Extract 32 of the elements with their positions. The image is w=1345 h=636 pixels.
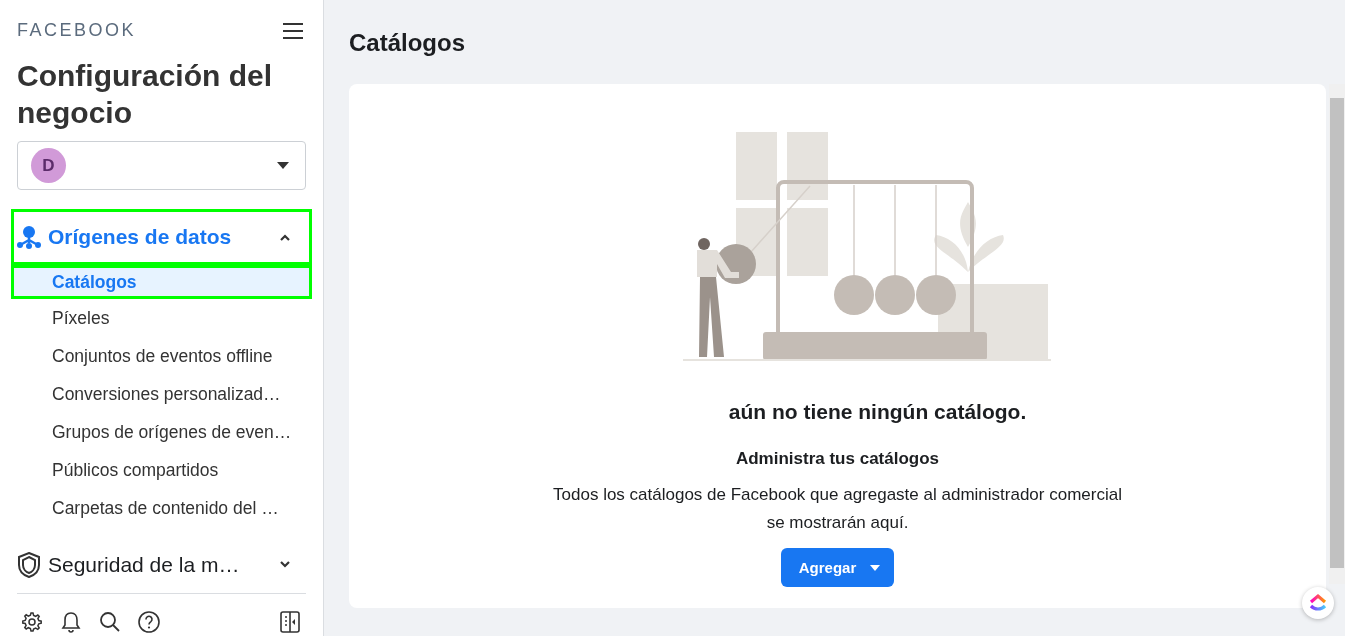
sidebar-item[interactable]: Conjuntos de eventos offline <box>11 337 312 376</box>
menu-icon[interactable] <box>282 21 304 40</box>
scrollbar-thumb[interactable] <box>1330 98 1344 568</box>
scrollbar[interactable] <box>1329 84 1345 584</box>
section-title: Catálogos <box>349 29 466 57</box>
add-button[interactable]: Agregar <box>780 548 895 587</box>
brand-logo-text: FACEBOOK <box>17 20 137 41</box>
sidebar-item[interactable]: Carpetas de contenido del … <box>11 489 312 528</box>
nav-section[interactable]: Orígenes de datos <box>11 209 312 266</box>
sidebar-item[interactable]: Píxeles <box>11 299 312 338</box>
panel-toggle-icon[interactable] <box>278 610 302 635</box>
sidebar-item[interactable]: Conversiones personalizad… <box>11 375 312 414</box>
help-icon[interactable] <box>137 610 161 635</box>
caret-icon <box>277 162 289 170</box>
account-selector[interactable]: D <box>17 141 306 191</box>
app-badge-icon[interactable] <box>1302 587 1334 619</box>
bell-icon[interactable] <box>59 610 83 635</box>
sidebar-item[interactable]: Grupos de orígenes de even… <box>11 413 312 452</box>
settings-icon[interactable] <box>20 610 44 635</box>
shield-icon <box>16 552 42 579</box>
avatar-initial: D <box>31 148 66 184</box>
sidebar-item[interactable]: Catálogos <box>11 265 312 300</box>
empty-state-description: Todos los catálogos de Facebook que agregaste al administrador comercial se mostrarán aquí. <box>552 484 1123 534</box>
empty-state-subheading: Administra tus catálogos <box>735 449 940 469</box>
network-icon <box>16 224 42 251</box>
chevron-up-icon <box>279 233 291 242</box>
nav-section[interactable]: Seguridad de la m… <box>11 537 312 594</box>
sidebar-item[interactable]: Públicos compartidos <box>11 451 312 490</box>
empty-state-heading: aún no tiene ningún catálogo. <box>727 400 1027 424</box>
caret-icon <box>870 564 881 571</box>
page-title: Configuración del negocio <box>17 58 273 131</box>
chevron-down-icon <box>279 561 291 570</box>
